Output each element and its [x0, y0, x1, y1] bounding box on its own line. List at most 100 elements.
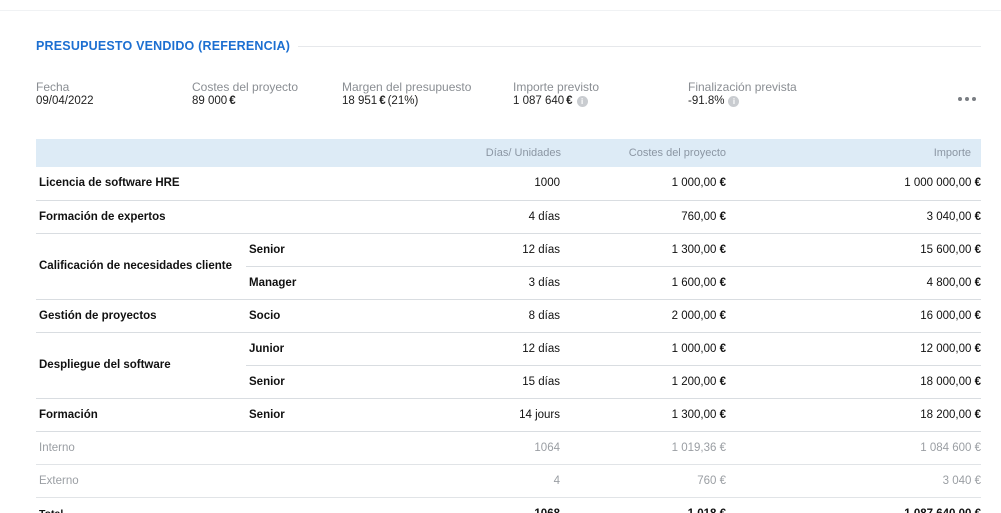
header-project-costs: Costes del proyecto: [566, 139, 726, 167]
row-costs: 2 000,00 €: [566, 299, 726, 333]
summary-date: Fecha 09/04/2022: [36, 80, 94, 108]
total-amount: 1 087 640,00 €: [726, 497, 981, 513]
summary-value-text: 18 951: [342, 95, 378, 107]
total-costs: 1 018 €: [566, 497, 726, 513]
row-days: 15 días: [356, 365, 566, 399]
summary-label: Costes del proyecto: [192, 80, 299, 94]
total-label: Total: [36, 497, 246, 513]
table-row: Gestión de proyectos Socio 8 días 2 000,…: [36, 299, 981, 333]
row-profile: [246, 200, 356, 234]
row-days: 12 días: [356, 233, 566, 267]
row-item: Licencia de software HRE: [36, 167, 246, 201]
section-header: PRESUPUESTO VENDIDO (REFERENCIA): [36, 38, 981, 54]
row-costs: 1 000,00 €: [566, 167, 726, 201]
row-days: 1000: [356, 167, 566, 201]
row-amount: 3 040,00 €: [726, 200, 981, 234]
top-divider: [0, 10, 1001, 11]
header-item: [36, 139, 246, 167]
row-days: 14 jours: [356, 398, 566, 432]
currency-symbol: €: [379, 95, 386, 107]
subtotal-costs: 760 €: [566, 464, 726, 498]
summary-label: Fecha: [36, 80, 70, 94]
row-profile: Socio: [246, 299, 356, 333]
summary-value: -91.8% i: [688, 94, 797, 108]
summary-label: Importe previsto: [513, 80, 600, 94]
info-icon[interactable]: i: [728, 95, 740, 107]
row-days: 12 días: [356, 332, 566, 366]
summary-value-text: 89 000: [192, 95, 228, 107]
margin-percent: (21%): [387, 95, 419, 107]
subtotal-days: 1064: [356, 431, 566, 465]
currency-symbol: €: [229, 95, 236, 107]
header-days-units: Días/ Unidades: [356, 139, 566, 167]
total-profile: [246, 497, 356, 513]
table-row: Licencia de software HRE 1000 1 000,00 €…: [36, 167, 981, 201]
row-days: 3 días: [356, 266, 566, 300]
subtotal-label: Externo: [36, 464, 246, 498]
row-profile: Manager: [246, 266, 356, 300]
row-days: 8 días: [356, 299, 566, 333]
row-item: Formación de expertos: [36, 200, 246, 234]
summary-value: 89 000 €: [192, 94, 298, 108]
row-costs: 760,00 €: [566, 200, 726, 234]
row-profile: Senior: [246, 365, 356, 399]
row-amount: 16 000,00 €: [726, 299, 981, 333]
subtotal-row-internal: Interno 1064 1 019,36 € 1 084 600 €: [36, 431, 981, 465]
summary-value-text: 1 087 640: [513, 95, 565, 107]
row-costs: 1 200,00 €: [566, 365, 726, 399]
subtotal-profile: [246, 464, 356, 498]
table-row: Formación Senior 14 jours 1 300,00 € 18 …: [36, 398, 981, 432]
section-title: PRESUPUESTO VENDIDO (REFERENCIA): [36, 39, 291, 53]
section-divider: [298, 45, 981, 47]
row-item: Calificación de necesidades cliente: [36, 233, 246, 300]
more-dot-icon: [972, 97, 976, 101]
row-costs: 1 600,00 €: [566, 266, 726, 300]
row-item: Despliegue del software: [36, 332, 246, 399]
more-options-button[interactable]: [958, 93, 976, 105]
summary-budget-margin: Margen del presupuesto 18 951 € (21%): [342, 80, 471, 108]
row-costs: 1 300,00 €: [566, 398, 726, 432]
row-days: 4 días: [356, 200, 566, 234]
budget-summary: Fecha 09/04/2022 Costes del proyecto 89 …: [0, 80, 1001, 110]
table-row: Formación de expertos 4 días 760,00 € 3 …: [36, 200, 981, 234]
subtotal-costs: 1 019,36 €: [566, 431, 726, 465]
header-profile: [246, 139, 356, 167]
summary-project-costs: Costes del proyecto 89 000 €: [192, 80, 298, 108]
total-row: Total 1068 1 018 € 1 087 640,00 €: [36, 497, 981, 513]
row-profile: [246, 167, 356, 201]
subtotal-profile: [246, 431, 356, 465]
total-days: 1068: [356, 497, 566, 513]
table-row: Despliegue del software Junior 12 días 1…: [36, 332, 981, 399]
budget-table: Días/ Unidades Costes del proyecto Impor…: [36, 139, 981, 513]
currency-symbol: €: [566, 95, 573, 107]
summary-forecast-completion: Finalización prevista -91.8% i: [688, 80, 797, 108]
row-amount: 18 200,00 €: [726, 398, 981, 432]
subtotal-amount: 3 040 €: [726, 464, 981, 498]
subtotal-amount: 1 084 600 €: [726, 431, 981, 465]
row-profile: Senior: [246, 398, 356, 432]
summary-value: 09/04/2022: [36, 94, 94, 108]
more-dot-icon: [965, 97, 969, 101]
table-row: Calificación de necesidades cliente Seni…: [36, 233, 981, 300]
summary-value: 18 951 € (21%): [342, 94, 471, 108]
row-amount: 4 800,00 €: [726, 266, 981, 300]
row-amount: 18 000,00 €: [726, 365, 981, 399]
row-item: Formación: [36, 398, 246, 432]
summary-value-text: 09/04/2022: [36, 95, 94, 107]
row-item: Gestión de proyectos: [36, 299, 246, 333]
more-dot-icon: [958, 97, 962, 101]
info-icon[interactable]: i: [576, 95, 588, 107]
summary-label: Finalización prevista: [688, 80, 797, 94]
row-costs: 1 300,00 €: [566, 233, 726, 267]
row-amount: 12 000,00 €: [726, 332, 981, 366]
summary-value: 1 087 640 € i: [513, 94, 599, 108]
summary-value-text: -91.8%: [688, 95, 725, 107]
summary-forecast-amount: Importe previsto 1 087 640 € i: [513, 80, 599, 108]
header-amount: Importe: [726, 139, 981, 167]
subtotal-row-external: Externo 4 760 € 3 040 €: [36, 464, 981, 498]
table-header-row: Días/ Unidades Costes del proyecto Impor…: [36, 139, 981, 167]
row-amount: 1 000 000,00 €: [726, 167, 981, 201]
row-costs: 1 000,00 €: [566, 332, 726, 366]
subtotal-label: Interno: [36, 431, 246, 465]
row-profile: Senior: [246, 233, 356, 267]
